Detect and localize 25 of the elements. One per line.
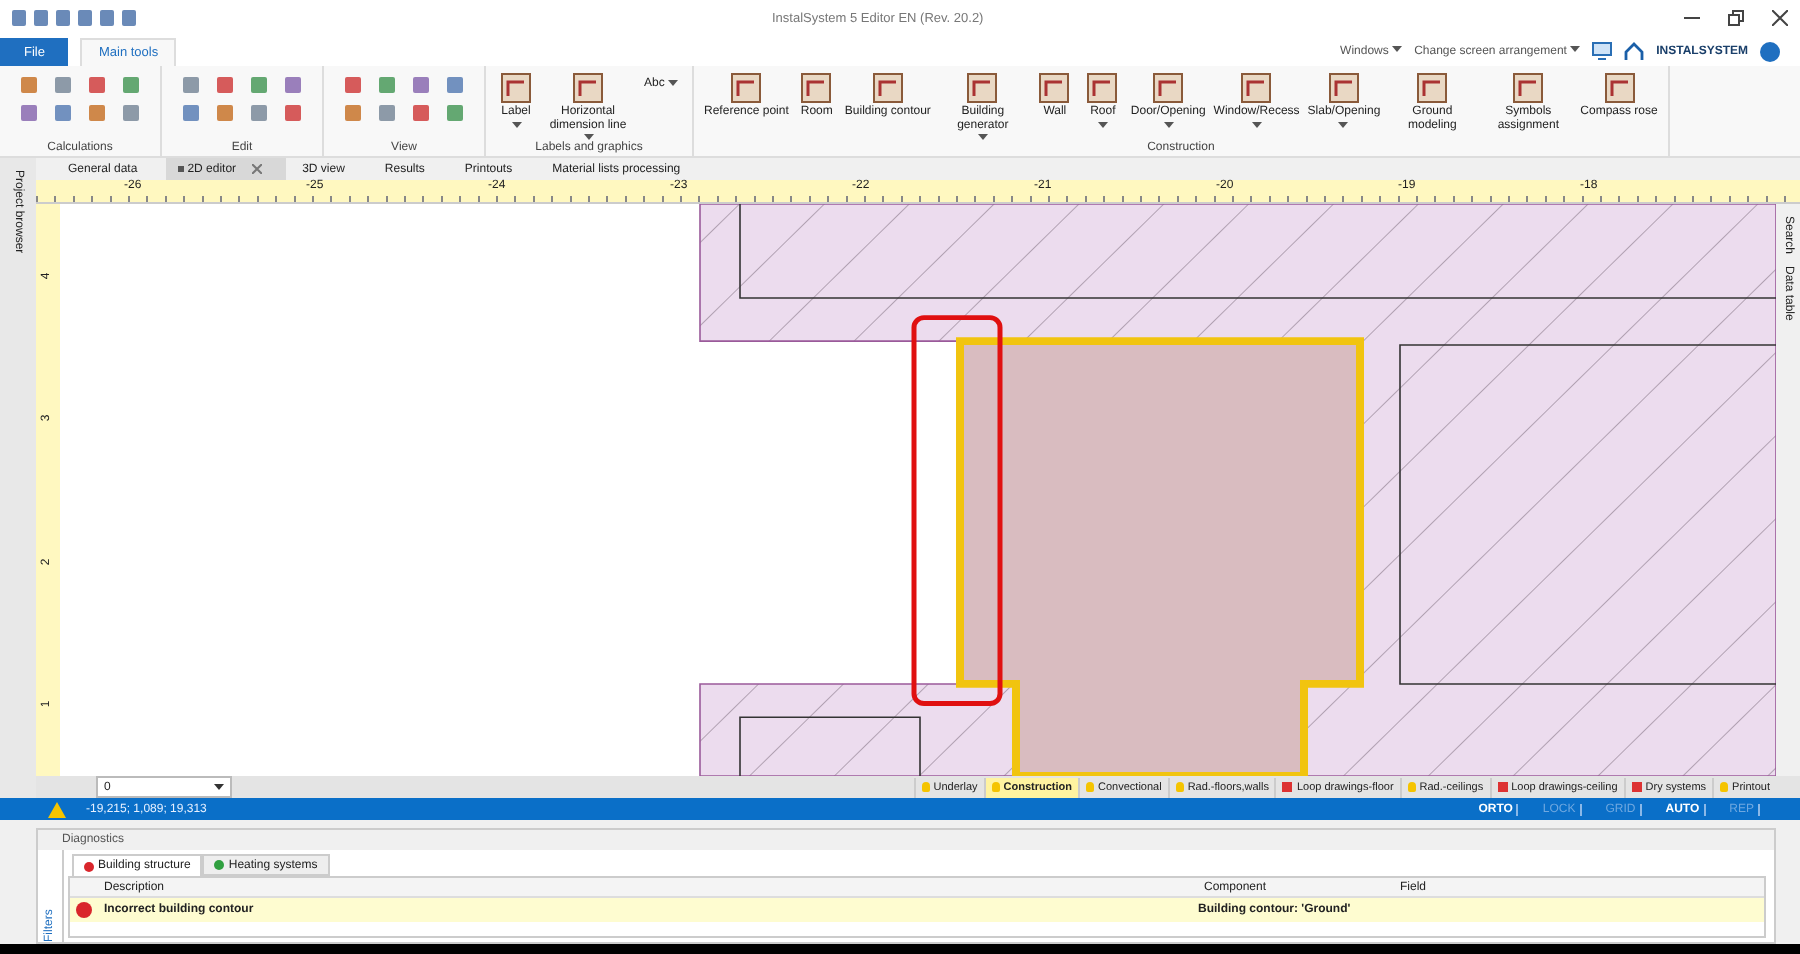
tool-icon — [1603, 72, 1636, 104]
house-logo-icon — [1624, 41, 1645, 61]
tool-icon — [1240, 72, 1273, 104]
tool-icon — [1512, 72, 1545, 104]
close-icon[interactable] — [1772, 10, 1788, 26]
drawing-canvas[interactable] — [60, 204, 1776, 776]
monitor-icon[interactable] — [1592, 42, 1613, 60]
restore-icon[interactable] — [1728, 10, 1744, 26]
tool-icon — [800, 72, 833, 104]
tool-icon — [1086, 72, 1119, 104]
check-icon — [214, 860, 225, 870]
tool-icon — [572, 72, 604, 104]
tool-icon — [730, 72, 763, 104]
tool-icon — [1327, 72, 1360, 104]
caret-icon — [1392, 46, 1403, 53]
error-icon — [76, 902, 92, 918]
tool-icon — [1038, 72, 1071, 104]
tool-icon — [1152, 72, 1185, 104]
tool-icon — [966, 72, 999, 104]
tool-icon — [871, 72, 904, 104]
caret-icon — [1570, 46, 1581, 53]
tool-icon — [500, 72, 532, 104]
error-icon — [84, 861, 94, 871]
tool-icon — [1416, 72, 1449, 104]
caret-icon — [214, 784, 224, 790]
